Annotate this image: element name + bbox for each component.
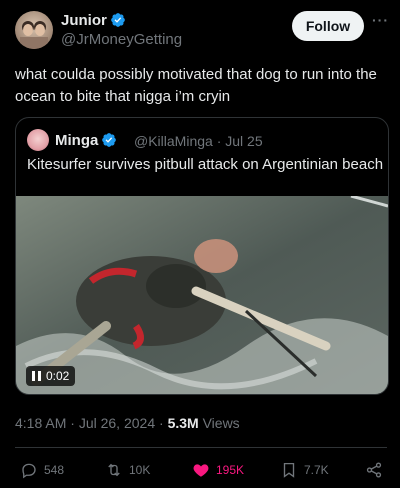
bookmark-count: 7.7K bbox=[304, 463, 329, 477]
repost-icon bbox=[108, 463, 120, 477]
more-options-icon[interactable]: ··· bbox=[372, 13, 388, 30]
tweet: Junior @JrMoneyGetting Follow ··· what c… bbox=[0, 0, 400, 488]
author-avatar[interactable] bbox=[15, 11, 53, 49]
quoted-name-row[interactable]: Minga bbox=[55, 132, 117, 149]
quoted-handle[interactable]: @KillaMinga bbox=[134, 133, 213, 149]
reply-icon bbox=[22, 463, 36, 479]
video-time-text: 0:02 bbox=[46, 369, 70, 383]
follow-button[interactable]: Follow bbox=[292, 11, 364, 41]
reply-count: 548 bbox=[44, 463, 65, 477]
views-count: 5.3M bbox=[167, 415, 199, 431]
like-button[interactable]: 195K bbox=[192, 460, 244, 480]
quoted-date[interactable]: Jul 25 bbox=[225, 133, 262, 149]
share-icon bbox=[366, 462, 382, 478]
author-handle[interactable]: @JrMoneyGetting bbox=[61, 31, 182, 48]
repost-button[interactable]: 10K bbox=[105, 460, 150, 480]
reply-button[interactable]: 548 bbox=[20, 460, 64, 480]
post-date[interactable]: Jul 26, 2024 bbox=[79, 415, 155, 431]
quoted-tweet[interactable]: Minga @KillaMinga · Jul 25 Kitesurfer su… bbox=[15, 117, 389, 395]
separator-dot: · bbox=[216, 133, 226, 149]
pause-icon[interactable] bbox=[32, 371, 41, 381]
bookmark-icon bbox=[283, 462, 295, 478]
quoted-text: Kitesurfer survives pitbull attack on Ar… bbox=[27, 156, 384, 173]
divider bbox=[15, 447, 387, 448]
video-frame bbox=[16, 196, 388, 394]
views-label: Views bbox=[202, 415, 240, 431]
author-name[interactable]: Junior bbox=[61, 12, 107, 29]
video-player[interactable]: 0:02 bbox=[16, 196, 388, 394]
post-text: what coulda possibly motivated that dog … bbox=[15, 66, 377, 105]
quoted-handle-row: @KillaMinga · Jul 25 bbox=[134, 133, 263, 149]
repost-count: 10K bbox=[129, 463, 151, 477]
quoted-avatar[interactable] bbox=[27, 129, 49, 151]
verified-badge-icon bbox=[111, 13, 125, 27]
bookmark-button[interactable]: 7.7K bbox=[280, 460, 329, 480]
share-button[interactable] bbox=[365, 460, 383, 480]
video-timestamp: 0:02 bbox=[26, 366, 76, 386]
verified-badge-icon bbox=[102, 133, 117, 147]
quoted-author-name[interactable]: Minga bbox=[55, 132, 98, 149]
separator-dot: · bbox=[155, 415, 168, 431]
author-name-row[interactable]: Junior bbox=[61, 12, 126, 29]
heart-icon bbox=[193, 464, 209, 477]
separator-dot: · bbox=[66, 415, 79, 431]
post-meta: 4:18 AM · Jul 26, 2024 · 5.3M Views bbox=[15, 415, 240, 431]
like-count: 195K bbox=[216, 463, 245, 477]
post-time[interactable]: 4:18 AM bbox=[15, 415, 66, 431]
